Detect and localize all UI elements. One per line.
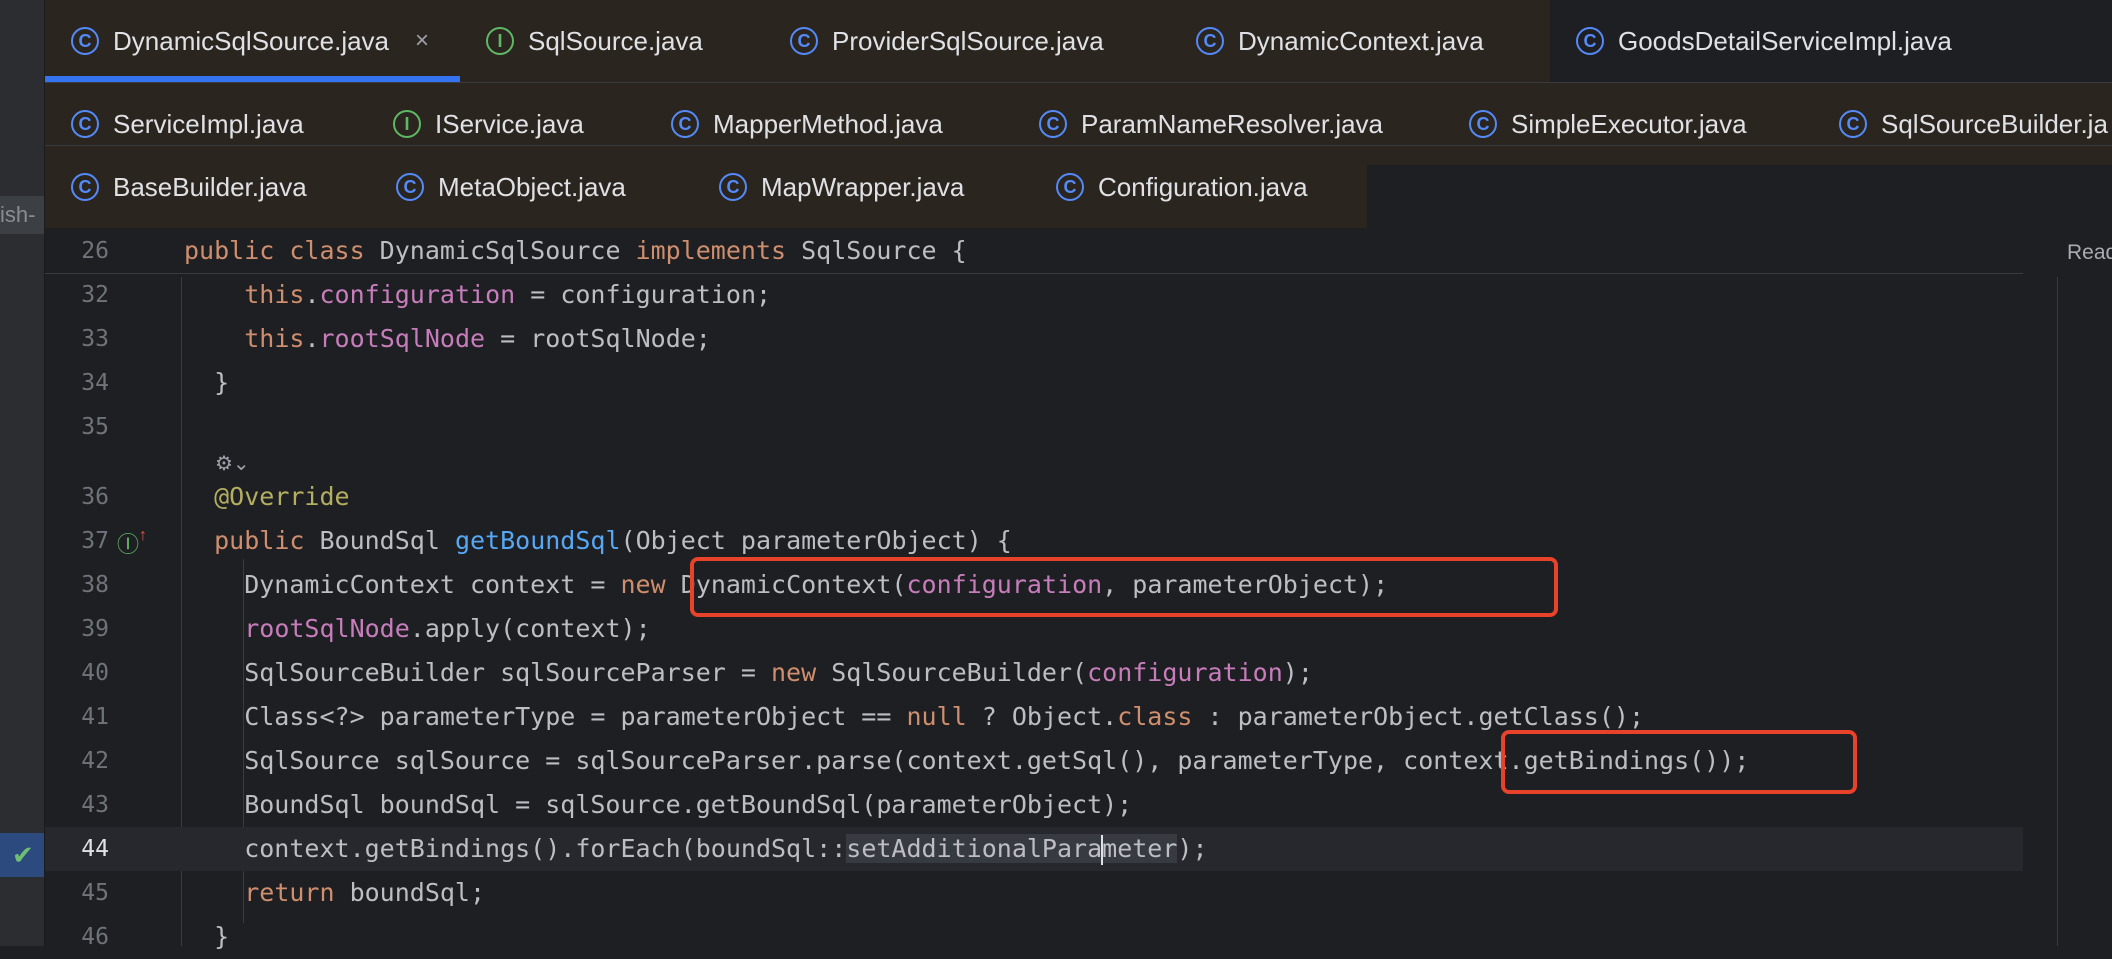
tab-label: BaseBuilder.java xyxy=(113,171,307,202)
tab-metaobject[interactable]: C MetaObject.java xyxy=(370,146,693,228)
line-number: 39 xyxy=(81,616,109,642)
line-number: 36 xyxy=(81,484,109,510)
highlight-box-new-context xyxy=(690,557,1558,617)
line-number: 42 xyxy=(81,748,109,774)
code-line[interactable]: 36 @Override xyxy=(45,475,2023,519)
sticky-line-header: 26 public class DynamicSqlSource impleme… xyxy=(45,229,2023,274)
line-number: 35 xyxy=(81,414,109,440)
current-code-line[interactable]: 44 context.getBindings().forEach(boundSq… xyxy=(45,827,2023,871)
sticky-code: public class DynamicSqlSource implements… xyxy=(184,236,967,265)
code-text: } xyxy=(184,922,230,951)
line-number: 44 xyxy=(81,836,109,862)
code-line[interactable]: 33 this.rootSqlNode = rootSqlNode; xyxy=(45,317,2023,361)
line-number: 38 xyxy=(81,572,109,598)
reader-mode-toggle[interactable]: Read xyxy=(2067,241,2112,265)
tab-label: Configuration.java xyxy=(1098,171,1308,202)
tab-label: ParamNameResolver.java xyxy=(1081,108,1384,139)
code-text: this.rootSqlNode = rootSqlNode; xyxy=(244,324,711,353)
class-icon: C xyxy=(719,173,747,201)
tab-label: GoodsDetailServiceImpl.java xyxy=(1618,25,1952,56)
line-number: 46 xyxy=(81,924,109,950)
tab-row-3: C BaseBuilder.java C MetaObject.java C M… xyxy=(45,146,1367,228)
code-text: rootSqlNode.apply(context); xyxy=(244,614,651,643)
class-icon: C xyxy=(671,110,699,138)
tab-row-1: C DynamicSqlSource.java × I SqlSource.ja… xyxy=(45,0,1990,82)
tab-label: DynamicContext.java xyxy=(1238,25,1484,56)
class-icon: C xyxy=(1056,173,1084,201)
tab-dynamicsqlsource[interactable]: C DynamicSqlSource.java × xyxy=(45,0,460,82)
tab-basebuilder[interactable]: C BaseBuilder.java xyxy=(45,146,370,228)
interface-icon: I xyxy=(486,27,514,55)
text-caret xyxy=(1101,835,1104,865)
project-tab-fragment[interactable]: ish- xyxy=(0,196,44,234)
tab-configuration[interactable]: C Configuration.java xyxy=(1030,146,1367,228)
line-number: 40 xyxy=(81,660,109,686)
line-number: 33 xyxy=(81,326,109,352)
class-icon: C xyxy=(1576,27,1604,55)
class-icon: C xyxy=(71,173,99,201)
line-number: 45 xyxy=(81,880,109,906)
tab-goodsdetailserviceimpl[interactable]: C GoodsDetailServiceImpl.java xyxy=(1550,0,1990,82)
editor-tab-bar: C DynamicSqlSource.java × I SqlSource.ja… xyxy=(45,0,2112,228)
tab-label: ServiceImpl.java xyxy=(113,108,304,139)
code-line[interactable]: 45 return boundSql; xyxy=(45,871,2023,915)
tab-label: SqlSource.java xyxy=(528,25,703,56)
line-number: 26 xyxy=(81,238,109,264)
tab-label: SqlSourceBuilder.ja xyxy=(1881,108,2108,139)
implements-method-icon[interactable]: Ⓘ↑ xyxy=(117,527,147,559)
code-text: context.getBindings().forEach(boundSql::… xyxy=(184,834,1208,865)
line-number: 43 xyxy=(81,792,109,818)
interface-icon: I xyxy=(393,110,421,138)
tab-sqlsourcebuilder[interactable]: C SqlSourceBuilder.ja xyxy=(1813,83,2112,165)
class-icon: C xyxy=(1196,27,1224,55)
tab-label: ProviderSqlSource.java xyxy=(832,25,1104,56)
code-line[interactable]: 34 } xyxy=(45,361,2023,405)
tab-sqlsource[interactable]: I SqlSource.java xyxy=(460,0,764,82)
tab-providersqlsource[interactable]: C ProviderSqlSource.java xyxy=(764,0,1170,82)
code-text: this.configuration = configuration; xyxy=(244,280,772,309)
left-tool-strip: ish- ✔ xyxy=(0,0,45,946)
editor-scrollbar-border xyxy=(2057,277,2058,946)
checkmark-icon: ✔ xyxy=(12,840,34,870)
line-number: 41 xyxy=(81,704,109,730)
line-number: 32 xyxy=(81,282,109,308)
class-icon: C xyxy=(71,27,99,55)
tab-label: SimpleExecutor.java xyxy=(1511,108,1747,139)
code-line[interactable]: 35 xyxy=(45,405,2023,449)
line-number: 37 xyxy=(81,528,109,554)
tab-simpleexecutor[interactable]: C SimpleExecutor.java xyxy=(1443,83,1813,165)
code-line[interactable]: 32 this.configuration = configuration; xyxy=(45,273,2023,317)
run-status-marker: ✔ xyxy=(0,833,44,877)
tab-label: MapWrapper.java xyxy=(761,171,965,202)
tab-label: MapperMethod.java xyxy=(713,108,943,139)
tab-label: MetaObject.java xyxy=(438,171,626,202)
ai-assistant-icon[interactable]: ⚙⌄ xyxy=(215,451,250,476)
code-text: BoundSql boundSql = sqlSource.getBoundSq… xyxy=(184,790,1133,819)
code-line[interactable]: 46 } xyxy=(45,915,2023,959)
tab-label: DynamicSqlSource.java xyxy=(113,25,390,56)
class-icon: C xyxy=(790,27,818,55)
class-icon: C xyxy=(1469,110,1497,138)
tab-dynamiccontext[interactable]: C DynamicContext.java xyxy=(1170,0,1550,82)
code-text: @Override xyxy=(214,482,350,511)
code-text: return boundSql; xyxy=(244,878,486,907)
code-text: Class<?> parameterType = parameterObject… xyxy=(184,702,1645,731)
code-line[interactable]: 40 SqlSourceBuilder sqlSourceParser = ne… xyxy=(45,651,2023,695)
tab-mapwrapper[interactable]: C MapWrapper.java xyxy=(693,146,1030,228)
close-icon[interactable]: × xyxy=(415,27,429,55)
code-text: SqlSourceBuilder sqlSourceParser = new S… xyxy=(184,658,1313,687)
project-tab-fragment-label: ish- xyxy=(0,202,36,227)
class-icon: C xyxy=(396,173,424,201)
class-icon: C xyxy=(1839,110,1867,138)
class-icon: C xyxy=(71,110,99,138)
class-icon: C xyxy=(1039,110,1067,138)
line-number: 34 xyxy=(81,370,109,396)
code-editor[interactable]: 26 public class DynamicSqlSource impleme… xyxy=(45,229,2112,951)
tab-label: IService.java xyxy=(435,108,584,139)
highlight-box-get-bindings xyxy=(1501,730,1857,794)
code-text: } xyxy=(184,368,230,397)
